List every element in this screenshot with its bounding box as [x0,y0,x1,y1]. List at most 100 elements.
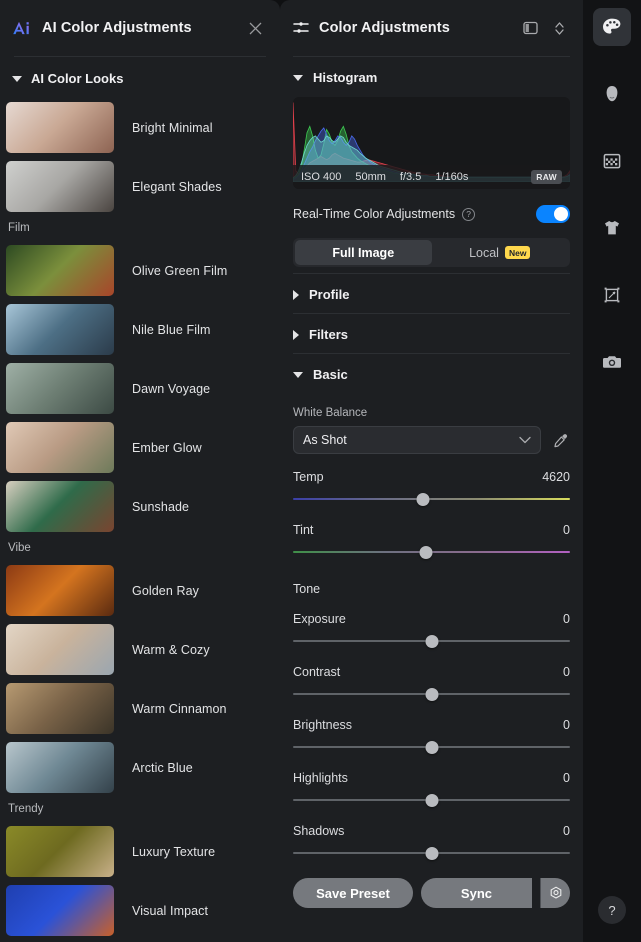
histogram-section-header[interactable]: Histogram [293,57,570,96]
slider-tint[interactable]: Tint 0 [293,507,570,560]
slider-exposure[interactable]: Exposure 0 [293,596,570,649]
aperture-value: f/3.5 [399,171,422,183]
scope-tab-label: Local [469,245,499,260]
camera-icon [603,356,621,368]
slider-label: Brightness [293,718,353,732]
slider-highlights[interactable]: Highlights 0 [293,755,570,808]
histogram-metadata: ISO 400 50mm f/3.5 1/160s RAW [293,165,570,189]
preset-thumbnail [6,683,114,734]
help-icon[interactable]: ? [462,207,476,221]
slider-shadows[interactable]: Shadows 0 [293,808,570,861]
rail-item-camera[interactable] [593,343,631,381]
slider-handle[interactable] [416,492,430,506]
preset-thumbnail [6,885,114,936]
preset-group-label: Film [8,222,30,234]
section-label: Profile [309,287,350,302]
chevron-up-down-icon[interactable] [549,18,569,38]
chevron-down-icon [519,436,531,444]
scope-tabs[interactable]: Full Image Local New [293,238,570,267]
rail-item-apparel[interactable] [593,209,631,247]
raw-badge: RAW [531,170,562,184]
save-preset-button[interactable]: Save Preset [293,878,413,908]
preset-group-label: Trendy [8,803,44,815]
adjustment-sections: Profile Filters Basic [293,273,570,393]
preset-thumbnail [6,304,114,355]
preset-item[interactable]: Luxury Texture [0,822,280,881]
eyedropper-icon[interactable] [550,430,570,450]
section-header-filters[interactable]: Filters [293,314,570,353]
slider-handle[interactable] [425,740,438,754]
section-label: AI Color Looks [31,71,124,86]
section-label: Filters [309,327,349,342]
rail-item-eraser[interactable] [593,142,631,180]
section-header-basic[interactable]: Basic [293,354,570,393]
preset-item[interactable]: Golden Ray [0,561,280,620]
slider-label: Temp [293,470,324,484]
preset-thumbnail [6,481,114,532]
preset-item[interactable]: Visual Impact [0,881,280,940]
slider-label: Shadows [293,824,345,838]
slider-handle[interactable] [425,687,438,701]
preset-item[interactable]: Warm & Cozy [0,620,280,679]
preset-name: Luxury Texture [132,844,216,859]
rail-item-palette[interactable] [593,8,631,46]
section-label: Basic [313,367,348,382]
chevron-right-icon [293,289,299,300]
preset-name: Olive Green Film [132,263,228,278]
slider-label: Exposure [293,612,346,626]
slider-value: 0 [563,612,570,626]
preset-item[interactable]: Sunshade [0,477,280,536]
slider-label: Highlights [293,771,348,785]
white-balance-select[interactable]: As Shot [293,426,541,454]
preset-item[interactable]: Warm Cinnamon [0,679,280,738]
realtime-toggle[interactable] [536,205,570,223]
face-retouch-icon [606,86,618,102]
color-adjustments-panel: Color Adjustments Histogram ISO 400 50mm… [280,0,583,942]
preset-item[interactable]: Nile Blue Film [0,300,280,359]
preset-name: Golden Ray [132,583,200,598]
panel-layout-icon[interactable] [520,18,540,38]
scope-tab-label: Full Image [332,245,395,260]
slider-handle[interactable] [425,846,438,860]
preset-item[interactable]: Olive Green Film [0,241,280,300]
chevron-down-icon [12,75,22,82]
ai-color-looks-section-header[interactable]: AI Color Looks [0,57,280,98]
scope-tab-local[interactable]: Local New [432,240,569,265]
right-panel-header: Color Adjustments [280,0,583,56]
histogram-label: Histogram [313,70,378,85]
scope-tab-full-image[interactable]: Full Image [295,240,432,265]
slider-handle[interactable] [419,545,433,559]
section-header-profile[interactable]: Profile [293,274,570,313]
preset-name: Visual Impact [132,903,209,918]
slider-handle[interactable] [425,793,438,807]
rail-item-face[interactable] [593,75,631,113]
slider-value: 4620 [542,470,570,484]
tool-rail: ? [583,0,641,942]
iso-value: ISO 400 [301,171,342,183]
rail-item-crop[interactable] [593,276,631,314]
preset-item[interactable]: Elegant Shades [0,157,280,216]
preset-item[interactable]: Bright Minimal [0,98,280,157]
preset-item[interactable]: Arctic Blue [0,738,280,797]
preset-item[interactable]: Ember Glow [0,418,280,477]
help-button[interactable]: ? [598,896,626,924]
slider-brightness[interactable]: Brightness 0 [293,702,570,755]
sync-settings-icon[interactable] [540,878,570,908]
preset-name: Warm Cinnamon [132,701,227,716]
close-icon[interactable] [244,17,266,39]
white-balance-label: White Balance [293,407,368,419]
white-balance-value: As Shot [303,433,347,447]
slider-track[interactable] [293,498,570,500]
slider-handle[interactable] [425,634,438,648]
slider-temp[interactable]: Temp 4620 [293,454,570,507]
slider-contrast[interactable]: Contrast 0 [293,649,570,702]
preset-thumbnail [6,161,114,212]
tone-sliders: Exposure 0 Contrast 0 Brightness 0 Highlights 0… [293,596,570,861]
preset-name: Nile Blue Film [132,322,211,337]
app-root: AI Color Adjustments AI Color Looks Brig… [0,0,641,942]
preset-list[interactable]: Bright Minimal Elegant Shades Film Olive Gr… [0,98,280,942]
preset-name: Arctic Blue [132,760,193,775]
preset-item[interactable]: Dawn Voyage [0,359,280,418]
sync-button[interactable]: Sync [420,878,532,908]
right-panel-title: Color Adjustments [319,20,450,36]
